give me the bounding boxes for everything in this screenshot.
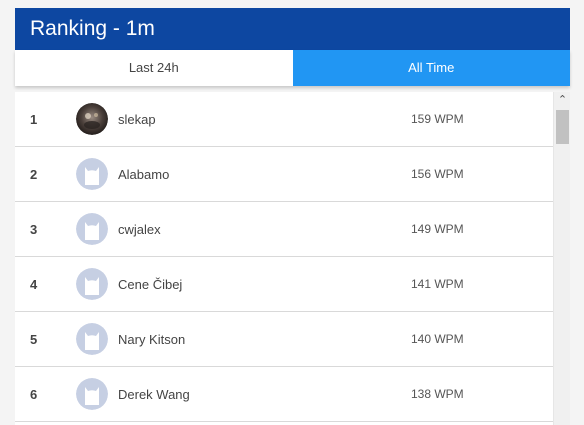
ranking-row[interactable]: 3 cwjalex 149 WPM bbox=[15, 202, 570, 257]
cat-silhouette-icon bbox=[76, 268, 108, 300]
ranking-list[interactable]: 1 slekap 159 WPM 2 Alabamo 156 WPM 3 cwj… bbox=[15, 92, 570, 425]
wpm-score: 138 WPM bbox=[411, 387, 464, 401]
username[interactable]: Derek Wang bbox=[118, 367, 190, 422]
cat-silhouette-icon bbox=[76, 158, 108, 190]
username[interactable]: cwjalex bbox=[118, 202, 161, 257]
user-avatar[interactable] bbox=[76, 158, 108, 190]
wpm-score: 140 WPM bbox=[411, 332, 464, 346]
rank-number: 1 bbox=[30, 112, 38, 127]
tab-all-time[interactable]: All Time bbox=[292, 50, 570, 86]
ranking-row[interactable]: 1 slekap 159 WPM bbox=[15, 92, 570, 147]
user-avatar[interactable] bbox=[76, 323, 108, 355]
cat-silhouette-icon bbox=[76, 213, 108, 245]
scrollbar-thumb[interactable] bbox=[556, 110, 569, 144]
ranking-row[interactable]: 4 Cene Čibej 141 WPM bbox=[15, 257, 570, 312]
username[interactable]: Alabamo bbox=[118, 147, 169, 202]
rank-number: 6 bbox=[30, 387, 38, 402]
tab-last-24h[interactable]: Last 24h bbox=[15, 50, 293, 86]
chevron-up-icon[interactable]: ⌃ bbox=[554, 92, 571, 109]
user-avatar[interactable] bbox=[76, 268, 108, 300]
username[interactable]: Nary Kitson bbox=[118, 312, 185, 367]
user-avatar[interactable] bbox=[76, 213, 108, 245]
user-avatar[interactable] bbox=[76, 378, 108, 410]
cat-silhouette-icon bbox=[76, 378, 108, 410]
list-scrollbar[interactable]: ⌃ bbox=[553, 92, 570, 425]
wpm-score: 156 WPM bbox=[411, 167, 464, 181]
rank-number: 5 bbox=[30, 332, 38, 347]
username[interactable]: Cene Čibej bbox=[118, 257, 182, 312]
user-avatar[interactable] bbox=[76, 103, 108, 135]
rank-number: 4 bbox=[30, 277, 38, 292]
rank-number: 3 bbox=[30, 222, 38, 237]
wpm-score: 149 WPM bbox=[411, 222, 464, 236]
ranking-row[interactable]: 6 Derek Wang 138 WPM bbox=[15, 367, 570, 422]
wpm-score: 159 WPM bbox=[411, 112, 464, 126]
wpm-score: 141 WPM bbox=[411, 277, 464, 291]
cat-silhouette-icon bbox=[76, 323, 108, 355]
ranking-row[interactable]: 5 Nary Kitson 140 WPM bbox=[15, 312, 570, 367]
ranking-panel: Ranking - 1m Last 24h All Time 1 slekap … bbox=[15, 8, 570, 425]
ranking-row[interactable]: 2 Alabamo 156 WPM bbox=[15, 147, 570, 202]
ranking-title: Ranking - 1m bbox=[15, 8, 570, 50]
photo-avatar-icon bbox=[76, 103, 108, 135]
tab-bar: Last 24h All Time bbox=[15, 50, 570, 86]
rank-number: 2 bbox=[30, 167, 38, 182]
username[interactable]: slekap bbox=[118, 92, 156, 147]
